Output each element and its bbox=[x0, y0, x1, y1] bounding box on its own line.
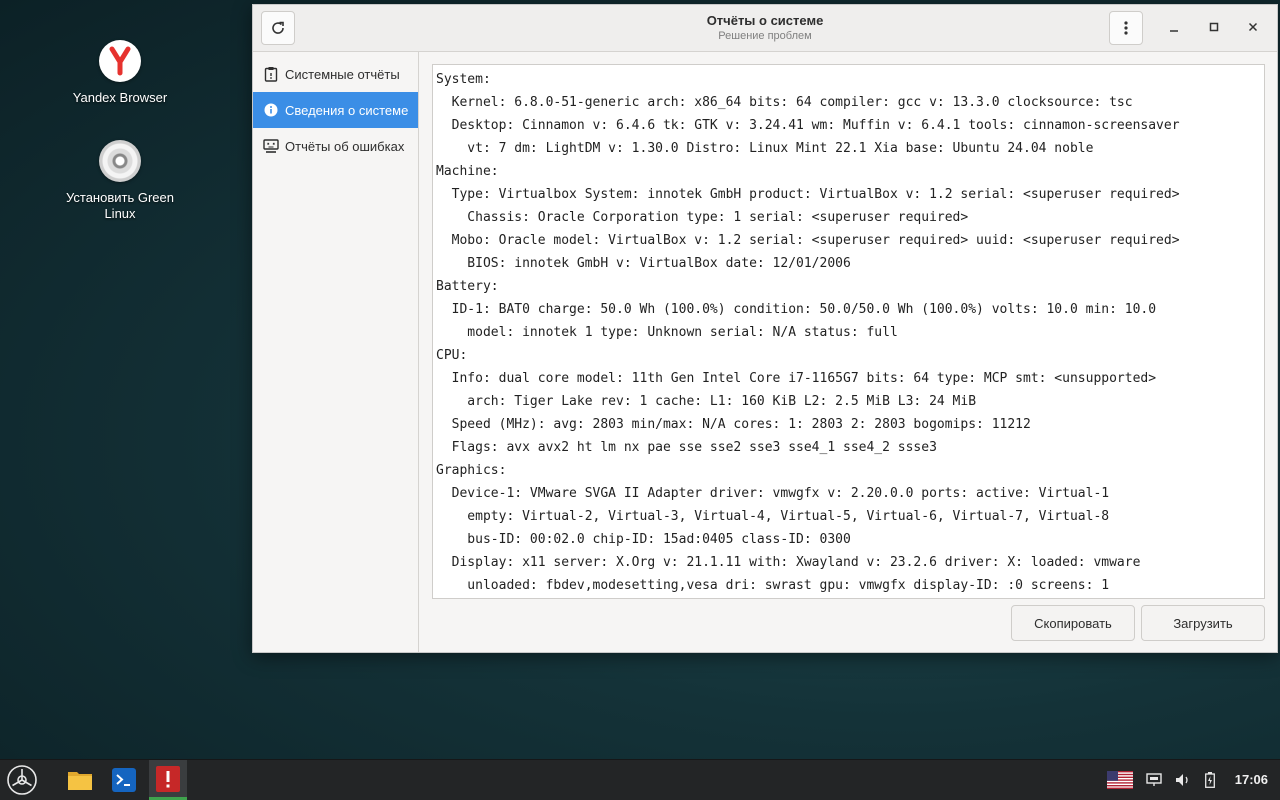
crash-report-icon bbox=[263, 138, 279, 154]
report-line: CPU: bbox=[436, 348, 468, 363]
taskbar-terminal[interactable] bbox=[106, 764, 142, 796]
report-text: System: Kernel: 6.8.0-51-generic arch: x… bbox=[433, 65, 1264, 598]
report-line: Flags: avx avx2 ht lm nx pae sse sse2 ss… bbox=[436, 440, 937, 455]
system-reports-icon bbox=[156, 765, 180, 792]
report-line: Type: Virtualbox System: innotek GmbH pr… bbox=[436, 187, 1180, 202]
minimize-button[interactable] bbox=[1162, 15, 1186, 39]
report-line: Battery: bbox=[436, 279, 499, 294]
report-line: unloaded: fbdev,modesetting,vesa dri: sw… bbox=[436, 578, 1110, 593]
volume-icon bbox=[1176, 774, 1188, 786]
sidebar: Системные отчёты Сведения о системе Отчё… bbox=[253, 52, 419, 652]
report-line: ID-1: BAT0 charge: 50.0 Wh (100.0%) cond… bbox=[436, 302, 1157, 317]
desktop-icon-install[interactable]: Установить Green Linux bbox=[60, 140, 180, 222]
sidebar-item-crash-reports[interactable]: Отчёты об ошибках bbox=[253, 128, 418, 164]
minimize-icon bbox=[1170, 30, 1178, 32]
close-button[interactable] bbox=[1241, 15, 1265, 39]
taskbar-system-reports[interactable] bbox=[149, 760, 187, 800]
desktop-icon-label: Yandex Browser bbox=[72, 90, 168, 105]
network-indicator[interactable] bbox=[1143, 760, 1165, 800]
report-line: Graphics: bbox=[436, 463, 507, 478]
report-line: Desktop: Cinnamon v: 6.4.6 tk: GTK v: 3.… bbox=[436, 118, 1180, 133]
menu-button[interactable] bbox=[4, 764, 40, 796]
report-line: Machine: bbox=[436, 164, 499, 179]
report-line: Device-1: VMware SVGA II Adapter driver:… bbox=[436, 486, 1110, 501]
keyboard-layout[interactable] bbox=[1106, 760, 1134, 800]
sidebar-item-system-info[interactable]: Сведения о системе bbox=[253, 92, 418, 128]
desktop-icon-label: Установить Green Linux bbox=[66, 190, 174, 221]
sidebar-item-system-reports[interactable]: Системные отчёты bbox=[253, 56, 418, 92]
volume-indicator[interactable] bbox=[1172, 760, 1194, 800]
close-icon bbox=[1248, 22, 1258, 32]
report-line: System: bbox=[436, 72, 491, 87]
taskbar-files[interactable] bbox=[62, 764, 98, 796]
info-icon bbox=[263, 102, 279, 118]
clipboard-icon bbox=[263, 66, 279, 82]
report-line: vt: 7 dm: LightDM v: 1.30.0 Distro: Linu… bbox=[436, 141, 1094, 156]
battery-icon bbox=[1205, 772, 1215, 788]
report-line: Display: x11 server: X.Org v: 21.1.11 wi… bbox=[436, 555, 1141, 570]
report-text-view[interactable]: System: Kernel: 6.8.0-51-generic arch: x… bbox=[432, 64, 1265, 599]
clock[interactable]: 17:06 bbox=[1235, 772, 1268, 787]
titlebar: Отчёты о системе Решение проблем bbox=[253, 5, 1277, 52]
report-line: bus-ID: 00:02.0 chip-ID: 15ad:0405 class… bbox=[436, 532, 851, 547]
install-disc-icon bbox=[98, 140, 142, 184]
maximize-button[interactable] bbox=[1202, 15, 1226, 39]
report-line: Mobo: Oracle model: VirtualBox v: 1.2 se… bbox=[436, 233, 1180, 248]
desktop-icon-yandex[interactable]: Yandex Browser bbox=[60, 40, 180, 106]
copy-button[interactable]: Скопировать bbox=[1011, 605, 1135, 641]
maximize-icon bbox=[1209, 22, 1219, 32]
folder-icon bbox=[68, 772, 92, 790]
sidebar-item-label: Отчёты об ошибках bbox=[285, 138, 405, 154]
report-line: model: innotek 1 type: Unknown serial: N… bbox=[436, 325, 898, 340]
kebab-menu-icon bbox=[1124, 21, 1128, 35]
battery-indicator[interactable] bbox=[1200, 760, 1220, 800]
sidebar-item-label: Системные отчёты bbox=[285, 66, 400, 82]
report-line: Kernel: 6.8.0-51-generic arch: x86_64 bi… bbox=[436, 95, 1133, 110]
report-line: empty: Virtual-2, Virtual-3, Virtual-4, … bbox=[436, 509, 1110, 524]
menu-logo-icon bbox=[7, 765, 37, 795]
report-line: Chassis: Oracle Corporation type: 1 seri… bbox=[436, 210, 969, 225]
system-reports-window: Отчёты о системе Решение проблем Системн… bbox=[252, 4, 1278, 653]
sidebar-item-label: Сведения о системе bbox=[285, 102, 409, 118]
us-flag-icon bbox=[1107, 771, 1133, 789]
yandex-browser-icon bbox=[98, 40, 142, 84]
report-line: Info: dual core model: 11th Gen Intel Co… bbox=[436, 371, 1157, 386]
network-icon bbox=[1146, 773, 1162, 786]
taskbar: 17:06 bbox=[0, 759, 1280, 800]
report-line: arch: Tiger Lake rev: 1 cache: L1: 160 K… bbox=[436, 394, 977, 409]
menu-button[interactable] bbox=[1109, 11, 1143, 45]
report-line: BIOS: innotek GmbH v: VirtualBox date: 1… bbox=[436, 256, 851, 271]
report-line: Speed (MHz): avg: 2803 min/max: N/A core… bbox=[436, 417, 1031, 432]
upload-button[interactable]: Загрузить bbox=[1141, 605, 1265, 641]
terminal-icon bbox=[112, 768, 136, 792]
